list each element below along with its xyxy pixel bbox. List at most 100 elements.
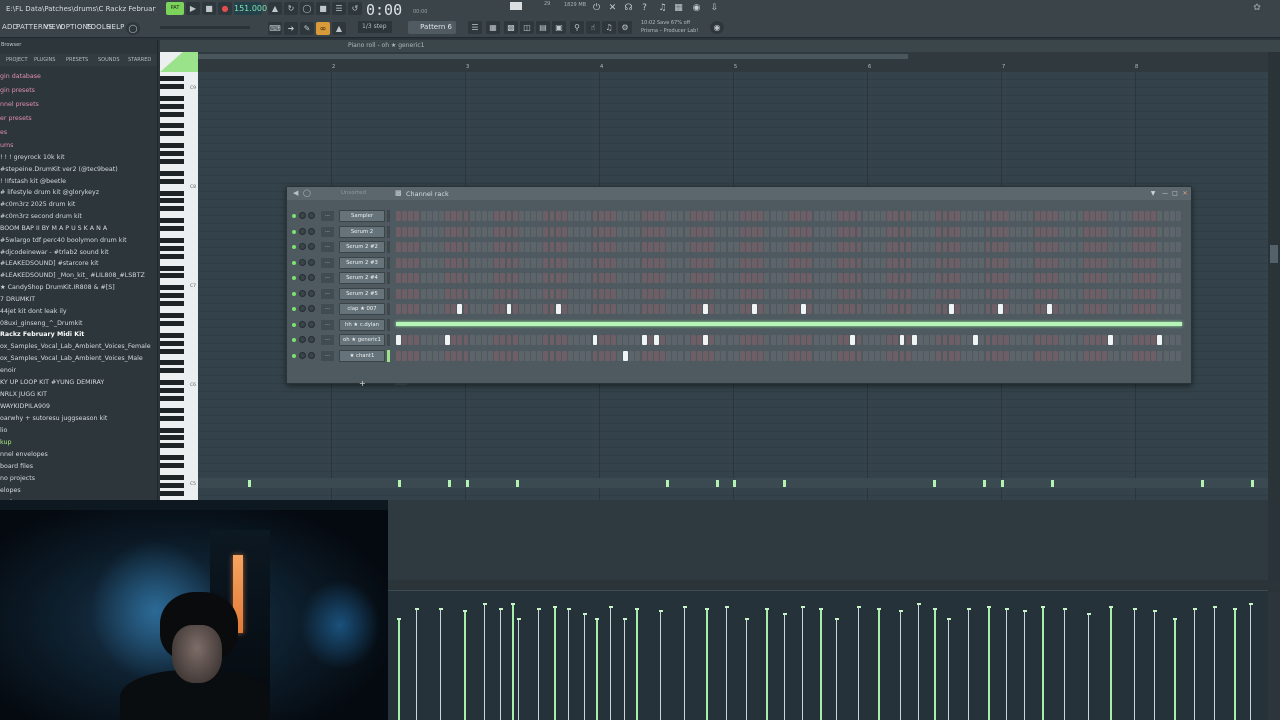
velocity-bar[interactable] [636,610,638,720]
black-key[interactable] [160,206,184,212]
velocity-handle[interactable] [623,618,627,620]
pan-knob[interactable] [299,258,306,266]
step-button[interactable] [967,242,973,252]
step-button[interactable] [789,350,794,361]
black-key[interactable] [160,285,184,291]
step-button[interactable] [942,226,948,237]
scrollbar-thumb[interactable] [1270,245,1278,263]
step-button[interactable] [481,226,487,237]
step-button[interactable] [789,257,794,268]
step-button[interactable] [494,288,500,299]
browser-item[interactable]: ox_Samples_Vocal_Lab_Ambient_Voices_Male [0,355,143,362]
step-button[interactable] [561,257,567,268]
step-button[interactable] [678,335,684,345]
midi-note[interactable] [733,480,736,487]
black-key[interactable] [160,368,184,374]
step-button[interactable] [991,273,997,283]
step-button[interactable] [604,304,610,314]
step-button[interactable] [844,211,850,221]
step-button[interactable] [543,273,549,283]
step-button[interactable] [481,350,487,361]
step-button[interactable] [973,211,979,221]
song-mode-toggle[interactable]: PAT [166,2,184,15]
step-button[interactable] [893,273,899,283]
velocity-bar[interactable] [802,608,803,720]
mixer-track-selector[interactable]: --- [321,319,334,330]
velocity-editor[interactable] [388,590,1268,720]
velocity-handle[interactable] [517,618,521,620]
step-button[interactable] [1096,350,1101,361]
step-button[interactable] [561,304,567,314]
velocity-handle[interactable] [765,608,769,610]
velocity-bar[interactable] [1250,605,1251,720]
step-button[interactable] [561,335,567,345]
step-button[interactable] [647,335,653,345]
vertical-scrollbar[interactable] [1268,52,1280,592]
step-button[interactable] [592,242,598,252]
step-button[interactable] [911,226,917,237]
horizontal-scrollbar[interactable] [388,580,1280,590]
step-button[interactable] [1010,335,1015,345]
step-button[interactable] [881,242,887,252]
step-button[interactable] [481,273,487,283]
step-button[interactable] [874,335,880,345]
step-button[interactable] [1163,304,1169,314]
step-button[interactable] [586,242,592,252]
step-button[interactable] [414,288,420,299]
step-button[interactable] [506,211,512,221]
volume-knob[interactable] [308,351,315,359]
velocity-bar[interactable] [1064,610,1065,720]
playlist-icon[interactable]: ☰ [468,21,482,34]
step-button[interactable] [795,304,801,314]
step-button[interactable] [408,304,414,314]
step-button[interactable] [696,242,702,252]
step-button[interactable] [451,350,457,361]
step-button[interactable] [1010,211,1015,221]
step-button[interactable] [500,211,506,221]
step-button[interactable] [985,350,991,361]
velocity-handle[interactable] [463,610,467,612]
channel-mute-led[interactable] [292,353,296,358]
step-button[interactable] [414,335,420,345]
step-button[interactable] [1053,242,1058,252]
step-button[interactable] [899,273,905,283]
step-button[interactable] [1003,242,1009,252]
step-button[interactable] [488,335,494,345]
step-button[interactable] [930,304,936,314]
step-button[interactable] [985,257,991,268]
step-button[interactable] [1169,288,1175,299]
step-button[interactable] [703,288,708,299]
velocity-bar[interactable] [660,612,661,720]
browser-item[interactable]: 7 DRUMKIT [0,296,35,303]
channel-mute-led[interactable] [292,291,296,296]
step-button[interactable] [653,257,659,268]
velocity-bar[interactable] [440,610,441,720]
step-button[interactable] [512,335,518,345]
step-button[interactable] [1169,350,1175,361]
channel-name-button[interactable]: Serum 2 [339,225,385,238]
step-button[interactable] [543,226,549,237]
step-button[interactable] [1089,304,1095,314]
step-button[interactable] [1157,288,1163,299]
step-button[interactable] [666,335,672,345]
step-button[interactable] [524,304,530,314]
browser-item[interactable]: ! !Ifstash kit @beetle [0,178,66,185]
velocity-handle[interactable] [415,608,419,610]
step-button[interactable] [1163,335,1169,345]
step-button[interactable] [1071,350,1077,361]
step-button[interactable] [727,273,733,283]
step-button[interactable] [432,242,438,252]
step-button[interactable] [586,273,592,283]
step-button[interactable] [893,335,899,345]
velocity-bar[interactable] [900,612,901,720]
step-button[interactable] [874,304,880,314]
step-button[interactable] [457,257,463,268]
step-button[interactable] [1065,304,1071,314]
step-button[interactable] [580,257,586,268]
step-button[interactable] [733,304,739,314]
pan-knob[interactable] [299,351,306,359]
black-key[interactable] [160,218,184,224]
step-button[interactable] [580,242,586,252]
step-button[interactable] [537,335,543,345]
maximize-icon[interactable]: □ [1171,190,1179,197]
